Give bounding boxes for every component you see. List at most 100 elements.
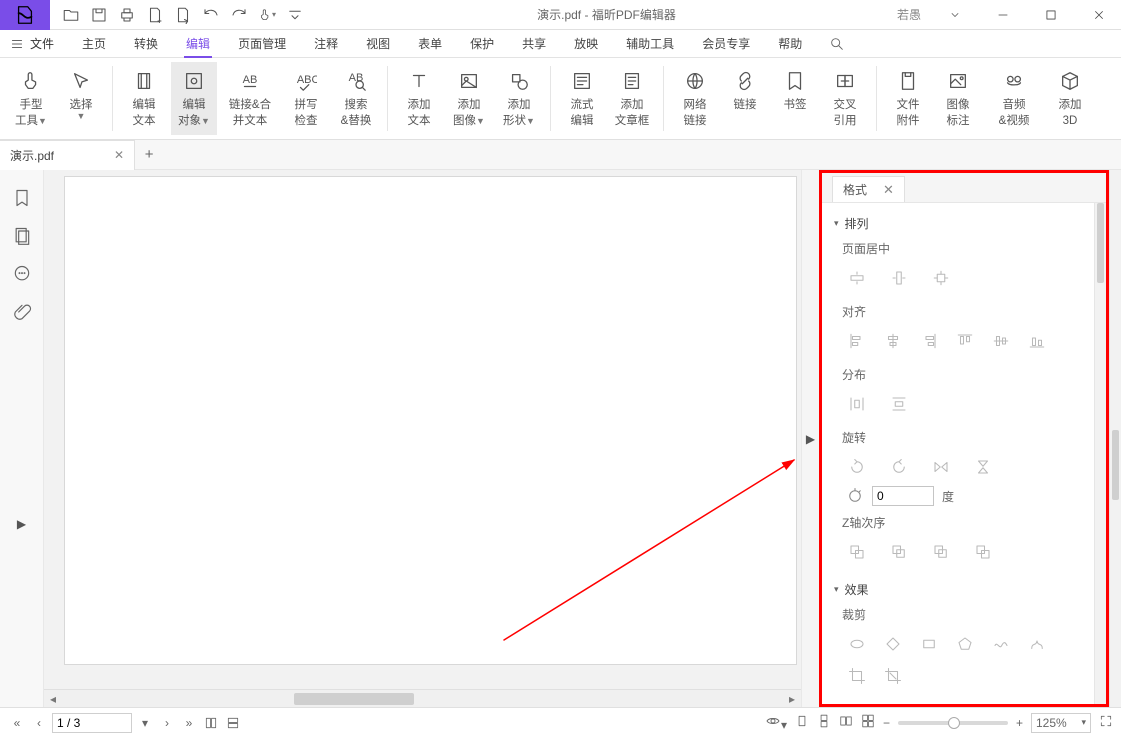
section-effect[interactable]: ▾效果	[834, 581, 1082, 598]
ribbon-bookmark[interactable]: 书签	[772, 62, 818, 135]
rotate-left-icon[interactable]	[848, 458, 866, 476]
document-tab[interactable]: 演示.pdf ✕	[0, 140, 135, 170]
flip-vertical-icon[interactable]	[974, 458, 992, 476]
section-arrange[interactable]: ▾排列	[834, 215, 1082, 232]
first-page-button[interactable]: «	[8, 714, 26, 732]
ribbon-web-link[interactable]: 网络链接	[672, 62, 718, 135]
crop-wave-icon[interactable]	[992, 635, 1010, 653]
menu-tab-主页[interactable]: 主页	[70, 30, 118, 57]
distribute-horizontal-icon[interactable]	[848, 395, 866, 413]
reading-mode-icon[interactable]: ▾	[765, 713, 787, 732]
align-right-icon[interactable]	[920, 332, 938, 350]
page-add-icon[interactable]	[146, 6, 164, 24]
continuous-icon[interactable]	[817, 714, 831, 731]
prev-page-button[interactable]: ‹	[30, 714, 48, 732]
minimize-button[interactable]	[983, 0, 1023, 30]
menu-tab-编辑[interactable]: 编辑	[174, 30, 222, 57]
last-page-button[interactable]: »	[180, 714, 198, 732]
ribbon-add-3d[interactable]: 添加3D	[1047, 62, 1093, 135]
menu-tab-会员专享[interactable]: 会员专享	[690, 30, 762, 57]
workspace-vertical-scrollbar[interactable]	[1109, 170, 1121, 707]
save-icon[interactable]	[90, 6, 108, 24]
bring-front-icon[interactable]	[848, 543, 866, 561]
facing-icon[interactable]	[839, 714, 853, 731]
menu-tab-放映[interactable]: 放映	[562, 30, 610, 57]
crop-ellipse-icon[interactable]	[848, 635, 866, 653]
zoom-slider[interactable]	[898, 721, 1008, 725]
ribbon-add-image[interactable]: 添加图像▼	[446, 62, 492, 135]
menu-tab-辅助工具[interactable]: 辅助工具	[614, 30, 686, 57]
close-format-panel-icon[interactable]: ✕	[883, 182, 894, 198]
single-page-icon[interactable]	[795, 714, 809, 731]
flip-horizontal-icon[interactable]	[932, 458, 950, 476]
redo-icon[interactable]	[230, 6, 248, 24]
fullscreen-icon[interactable]	[1099, 714, 1113, 731]
search-icon[interactable]	[820, 30, 854, 57]
ribbon-edit-object[interactable]: 编辑对象▼	[171, 62, 217, 135]
user-dropdown-icon[interactable]	[935, 0, 975, 30]
close-button[interactable]	[1079, 0, 1119, 30]
align-middle-v-icon[interactable]	[992, 332, 1010, 350]
facing-continuous-icon[interactable]	[861, 714, 875, 731]
file-menu[interactable]: 文件	[0, 30, 64, 57]
ribbon-flow-edit[interactable]: 流式编辑	[559, 62, 605, 135]
scroll-left-icon[interactable]: ◂	[44, 690, 62, 708]
menu-tab-转换[interactable]: 转换	[122, 30, 170, 57]
comments-panel-icon[interactable]	[12, 264, 32, 284]
ribbon-hand[interactable]: 手型工具▼	[8, 62, 54, 135]
rotate-custom-icon[interactable]	[846, 487, 864, 505]
send-backward-icon[interactable]	[932, 543, 950, 561]
scroll-right-icon[interactable]: ▸	[783, 690, 801, 708]
ribbon-add-text[interactable]: 添加文本	[396, 62, 442, 135]
scroll-thumb[interactable]	[294, 693, 414, 705]
ribbon-find-replace[interactable]: AB搜索&替换	[333, 62, 379, 135]
open-icon[interactable]	[62, 6, 80, 24]
ribbon-edit-text[interactable]: 编辑文本	[121, 62, 167, 135]
view-scroll-icon[interactable]	[224, 714, 242, 732]
crop-tool-icon[interactable]	[848, 667, 866, 685]
ribbon-image-annot[interactable]: 图像标注	[935, 62, 981, 135]
crop-curve-icon[interactable]	[1028, 635, 1046, 653]
center-vertical-icon[interactable]	[890, 269, 908, 287]
page-export-icon[interactable]	[174, 6, 192, 24]
bring-forward-icon[interactable]	[890, 543, 908, 561]
page-view[interactable]	[64, 176, 797, 665]
send-back-icon[interactable]	[974, 543, 992, 561]
menu-tab-表单[interactable]: 表单	[406, 30, 454, 57]
maximize-button[interactable]	[1031, 0, 1071, 30]
rotate-degree-input[interactable]	[872, 486, 934, 506]
zoom-out-button[interactable]: −	[883, 716, 890, 730]
print-icon[interactable]	[118, 6, 136, 24]
align-center-h-icon[interactable]	[884, 332, 902, 350]
zoom-select[interactable]: 125%▾	[1031, 713, 1091, 733]
format-panel-tab[interactable]: 格式 ✕	[832, 176, 905, 202]
user-name[interactable]: 若愚	[897, 6, 921, 23]
panel-vertical-scrollbar[interactable]	[1094, 203, 1106, 704]
qat-dropdown-icon[interactable]	[286, 6, 304, 24]
crop-pentagon-icon[interactable]	[956, 635, 974, 653]
ribbon-link[interactable]: 链接	[722, 62, 768, 135]
crop-diamond-icon[interactable]	[884, 635, 902, 653]
new-tab-button[interactable]: +	[135, 146, 163, 163]
ribbon-add-shape[interactable]: 添加形状▼	[496, 62, 542, 135]
menu-tab-共享[interactable]: 共享	[510, 30, 558, 57]
menu-tab-帮助[interactable]: 帮助	[766, 30, 814, 57]
center-horizontal-icon[interactable]	[848, 269, 866, 287]
close-tab-icon[interactable]: ✕	[114, 148, 124, 162]
menu-tab-视图[interactable]: 视图	[354, 30, 402, 57]
view-split-icon[interactable]	[202, 714, 220, 732]
zoom-in-button[interactable]: +	[1016, 716, 1023, 730]
ribbon-link-merge[interactable]: AB链接&合并文本	[221, 62, 279, 135]
center-both-icon[interactable]	[932, 269, 950, 287]
horizontal-scrollbar[interactable]: ◂ ▸	[44, 689, 801, 707]
align-bottom-icon[interactable]	[1028, 332, 1046, 350]
page-dropdown-icon[interactable]: ▾	[136, 714, 154, 732]
crop-rect-icon[interactable]	[920, 635, 938, 653]
attachments-panel-icon[interactable]	[12, 302, 32, 322]
ribbon-select[interactable]: 选择▼	[58, 62, 104, 135]
bookmarks-panel-icon[interactable]	[12, 188, 32, 208]
distribute-vertical-icon[interactable]	[890, 395, 908, 413]
pages-panel-icon[interactable]	[12, 226, 32, 246]
ribbon-spellcheck[interactable]: ABC拼写检查	[283, 62, 329, 135]
menu-tab-保护[interactable]: 保护	[458, 30, 506, 57]
